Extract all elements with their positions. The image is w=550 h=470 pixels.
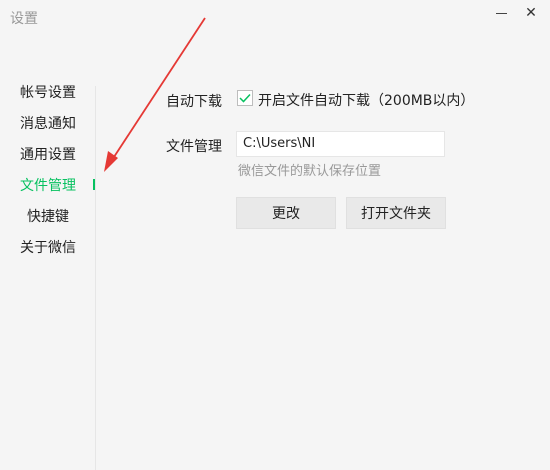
annotation-arrow	[104, 17, 206, 172]
sidebar-item-shortcuts[interactable]: 快捷键	[27, 206, 69, 228]
annotation-arrow-head	[104, 151, 118, 172]
sidebar-item-general[interactable]: 通用设置	[20, 144, 76, 166]
file-management-label: 文件管理	[166, 139, 222, 155]
save-path-hint: 微信文件的默认保存位置	[238, 164, 382, 179]
sidebar-item-about[interactable]: 关于微信	[20, 237, 76, 259]
save-path-field[interactable]: C:\Users\NI	[236, 131, 445, 157]
close-icon: ✕	[525, 5, 537, 21]
window-title: 设置	[10, 11, 38, 27]
auto-download-checkbox[interactable]	[237, 90, 253, 106]
settings-window: 设置 ✕ 帐号设置 消息通知 通用设置 文件管理 快捷键 关于微信 自动下载 开…	[0, 0, 550, 470]
minimize-button[interactable]	[490, 2, 512, 24]
sidebar-divider	[95, 86, 96, 470]
close-button[interactable]: ✕	[520, 2, 542, 24]
minimize-icon	[495, 12, 507, 14]
save-path-value: C:\Users\NI	[243, 136, 316, 151]
sidebar-item-account[interactable]: 帐号设置	[20, 82, 76, 104]
checkmark-icon	[239, 93, 251, 103]
sidebar-item-notifications[interactable]: 消息通知	[20, 113, 76, 135]
change-button[interactable]: 更改	[236, 197, 336, 229]
open-folder-button[interactable]: 打开文件夹	[346, 197, 446, 229]
auto-download-checkbox-label[interactable]: 开启文件自动下载（200MB以内）	[258, 90, 474, 110]
auto-download-label: 自动下载	[166, 94, 222, 110]
sidebar-item-file-management[interactable]: 文件管理	[20, 175, 76, 197]
